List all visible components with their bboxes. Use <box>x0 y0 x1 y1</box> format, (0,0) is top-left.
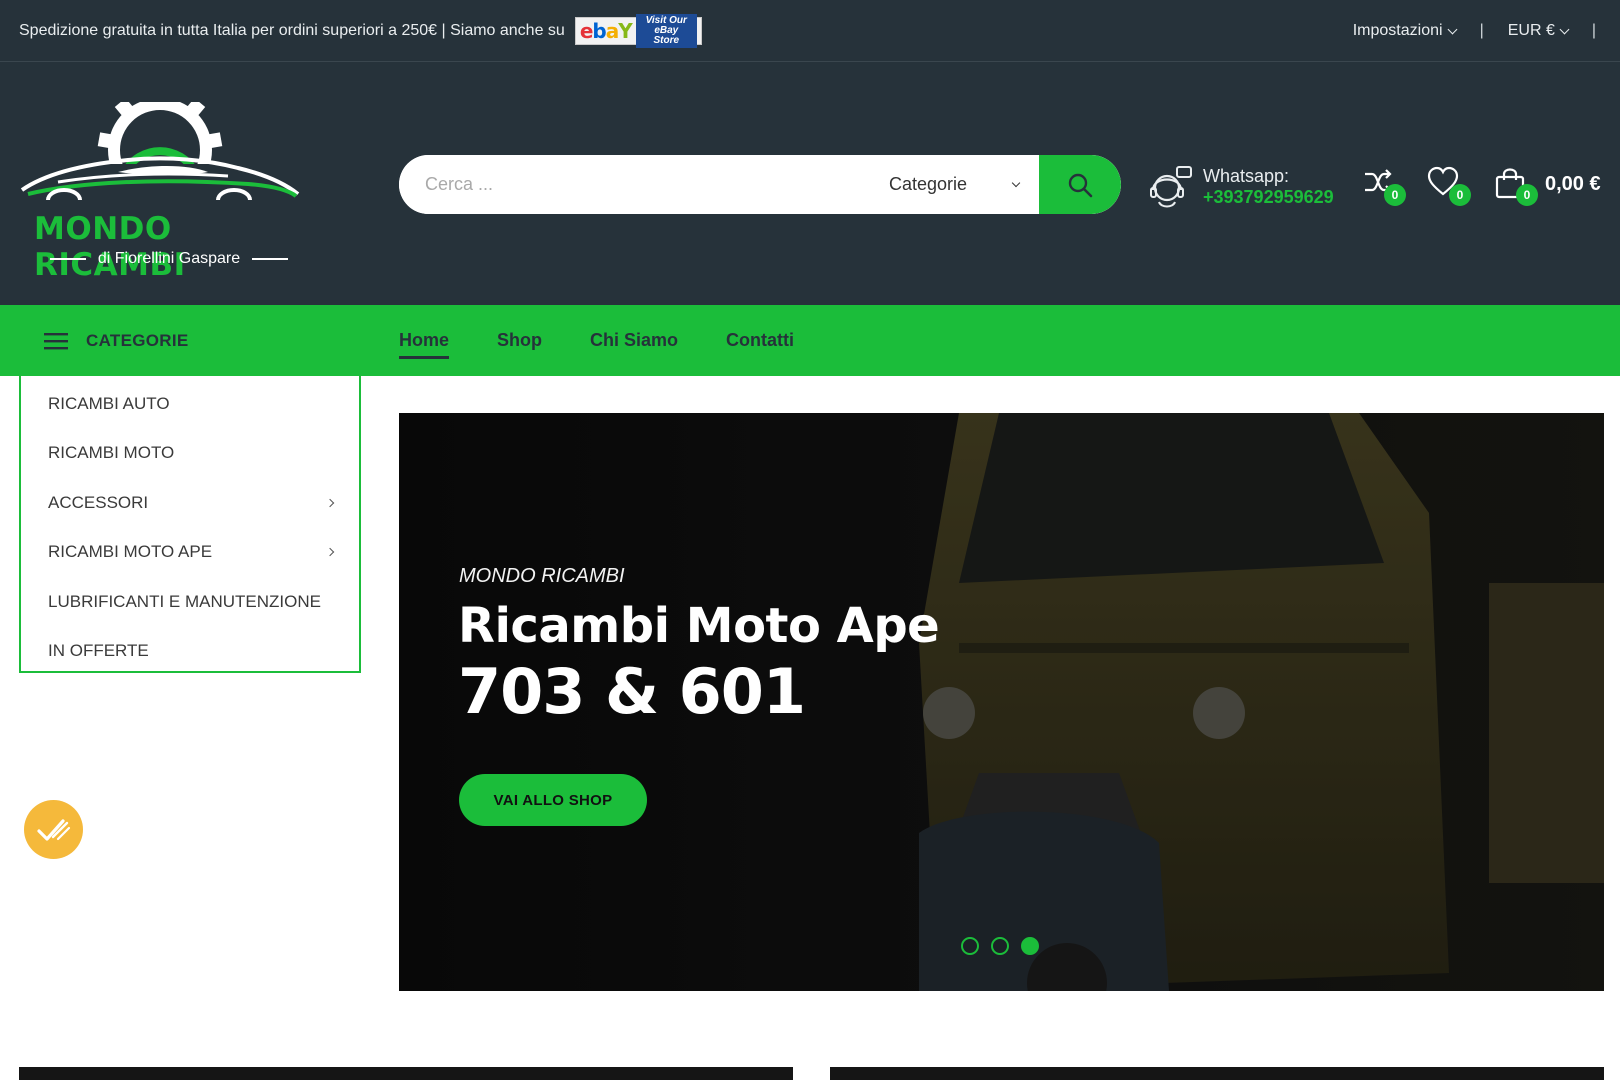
ebay-store-line2: eBay Store <box>653 24 680 46</box>
search-category-select[interactable]: Categorie <box>859 174 1039 195</box>
chevron-down-icon <box>1447 24 1458 34</box>
chevron-right-icon <box>325 548 335 557</box>
car-gear-logo-icon <box>18 88 308 212</box>
currency-label: EUR € <box>1507 22 1555 39</box>
hero-title-line2: 703 & 601 <box>458 655 806 728</box>
chevron-down-icon <box>1559 24 1570 34</box>
slider-dot[interactable] <box>991 937 1009 955</box>
category-label: RICAMBI MOTO APE <box>48 542 213 562</box>
nav-link-home[interactable]: Home <box>399 324 450 359</box>
category-item-ricambi-auto[interactable]: RICAMBI AUTO <box>21 379 359 429</box>
settings-dropdown[interactable]: Impostazioni <box>1352 22 1458 40</box>
hero-title-line1: Ricambi Moto Ape <box>458 598 940 654</box>
cart-button[interactable]: 0 <box>1494 166 1538 206</box>
slider-dot[interactable] <box>961 937 979 955</box>
category-item-accessori[interactable]: ACCESSORI <box>21 478 359 528</box>
brand-logo[interactable]: MONDO RICAMBI di Fiorellini Gaspare <box>18 88 308 283</box>
chevron-right-icon <box>325 498 335 507</box>
search-icon <box>1068 173 1093 197</box>
site-header: MONDO RICAMBI di Fiorellini Gaspare Cate… <box>0 62 1620 305</box>
wishlist-count-badge: 0 <box>1449 184 1471 206</box>
support-agent-icon <box>1150 166 1192 208</box>
check-marks-icon <box>36 818 70 841</box>
categories-label: CATEGORIE <box>86 330 189 350</box>
ebay-logo-icon: ebaY <box>579 18 633 43</box>
hero-slider: MONDO RICAMBI Ricambi Moto Ape 703 & 601… <box>399 413 1604 991</box>
whatsapp-number: +393792959629 <box>1203 187 1334 207</box>
search-input[interactable] <box>399 155 859 214</box>
nav-link-shop[interactable]: Shop <box>497 324 542 357</box>
separator: | <box>1591 22 1596 39</box>
compare-count-badge: 0 <box>1384 184 1406 206</box>
chevron-down-icon <box>1011 178 1021 187</box>
divider <box>252 258 289 260</box>
cart-total[interactable]: 0,00 € <box>1545 173 1601 196</box>
brand-subtitle-row: di Fiorellini Gaspare <box>34 250 304 268</box>
category-label: LUBRIFICANTI E MANUTENZIONE <box>48 591 321 611</box>
search-category-label: Categorie <box>889 174 968 194</box>
currency-dropdown[interactable]: EUR € <box>1507 22 1570 40</box>
divider <box>49 258 86 260</box>
separator: | <box>1479 22 1484 39</box>
category-label: IN OFFERTE <box>48 641 149 661</box>
category-item-lubrificanti[interactable]: LUBRIFICANTI E MANUTENZIONE <box>21 577 359 627</box>
floating-review-badge[interactable] <box>24 800 83 859</box>
hamburger-menu-icon <box>44 332 68 349</box>
whatsapp-label: Whatsapp: <box>1203 166 1290 186</box>
brand-name: MONDO RICAMBI <box>34 211 186 283</box>
category-label: RICAMBI AUTO <box>48 393 170 413</box>
nav-link-chi-siamo[interactable]: Chi Siamo <box>590 324 678 357</box>
slider-pagination <box>961 937 1039 955</box>
nav-link-contatti[interactable]: Contatti <box>726 324 794 357</box>
search-button[interactable] <box>1039 155 1121 214</box>
category-item-ricambi-moto-ape[interactable]: RICAMBI MOTO APE <box>21 528 359 578</box>
wishlist-button[interactable]: 0 <box>1427 166 1471 206</box>
hero-eyebrow: MONDO RICAMBI <box>459 565 625 587</box>
shipping-notice: Spedizione gratuita in tutta Italia per … <box>19 21 565 39</box>
search-bar: Categorie <box>399 155 1121 214</box>
cart-count-badge: 0 <box>1516 184 1538 206</box>
settings-label: Impostazioni <box>1352 22 1443 39</box>
category-label: RICAMBI MOTO <box>48 443 175 463</box>
promo-banner-left[interactable] <box>19 1067 793 1080</box>
top-bar: Spedizione gratuita in tutta Italia per … <box>0 0 1620 62</box>
top-bar-right: Impostazioni | EUR € | <box>1353 0 1620 62</box>
slider-dot-active[interactable] <box>1021 937 1039 955</box>
categories-panel: RICAMBI AUTO RICAMBI MOTO ACCESSORI RICA… <box>19 376 361 673</box>
main-menu: Home Shop Chi Siamo Contatti <box>399 305 794 376</box>
whatsapp-contact[interactable]: Whatsapp: +393792959629 <box>1147 157 1334 217</box>
whatsapp-text: Whatsapp: +393792959629 <box>1203 166 1334 208</box>
ebay-store-link[interactable]: ebaY Visit Our eBay Store <box>574 13 702 48</box>
brand-subtitle: di Fiorellini Gaspare <box>97 250 241 267</box>
categories-toggle[interactable]: CATEGORIE <box>44 305 189 376</box>
category-item-in-offerte[interactable]: IN OFFERTE <box>21 627 359 677</box>
main-navbar: CATEGORIE Home Shop Chi Siamo Contatti <box>0 305 1620 376</box>
ebay-store-label: Visit Our eBay Store <box>635 13 697 48</box>
promo-banner-right[interactable] <box>830 1067 1604 1080</box>
category-item-ricambi-moto[interactable]: RICAMBI MOTO <box>21 429 359 479</box>
category-label: ACCESSORI <box>48 492 149 512</box>
shop-now-button[interactable]: VAI ALLO SHOP <box>459 774 647 826</box>
compare-button[interactable]: 0 <box>1362 166 1406 206</box>
